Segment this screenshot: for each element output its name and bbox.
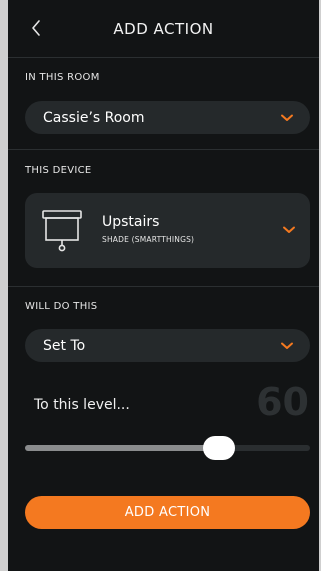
chevron-left-icon xyxy=(32,20,40,36)
room-section-label: IN THIS ROOM xyxy=(25,72,100,83)
slider-track xyxy=(25,445,310,451)
slider-thumb[interactable] xyxy=(203,436,235,460)
window-shade-icon xyxy=(42,210,82,252)
page-title: ADD ACTION xyxy=(113,19,214,38)
action-select-value: Set To xyxy=(43,337,86,354)
action-select[interactable]: Set To xyxy=(25,329,310,362)
slider-fill xyxy=(25,445,219,451)
add-action-screen: ADD ACTION IN THIS ROOM Cassie’s Room TH… xyxy=(8,0,319,571)
back-button[interactable] xyxy=(24,16,48,40)
device-section-label: THIS DEVICE xyxy=(25,165,92,176)
device-type: SHADE (SMARTTHINGS) xyxy=(102,235,195,244)
chevron-down-icon xyxy=(282,223,296,237)
chevron-down-icon xyxy=(280,339,294,353)
level-slider[interactable] xyxy=(25,436,310,460)
section-divider xyxy=(8,286,319,287)
chevron-down-icon xyxy=(280,111,294,125)
device-name: Upstairs xyxy=(102,214,160,230)
room-select[interactable]: Cassie’s Room xyxy=(25,101,310,134)
device-select[interactable]: Upstairs SHADE (SMARTTHINGS) xyxy=(25,193,310,268)
room-select-value: Cassie’s Room xyxy=(43,109,145,126)
section-divider xyxy=(8,149,319,150)
level-label: To this level... xyxy=(34,397,130,413)
level-value: 60 xyxy=(256,380,309,424)
header-bar: ADD ACTION xyxy=(8,0,319,58)
add-action-button[interactable]: ADD ACTION xyxy=(25,496,310,529)
action-section-label: WILL DO THIS xyxy=(25,301,98,312)
